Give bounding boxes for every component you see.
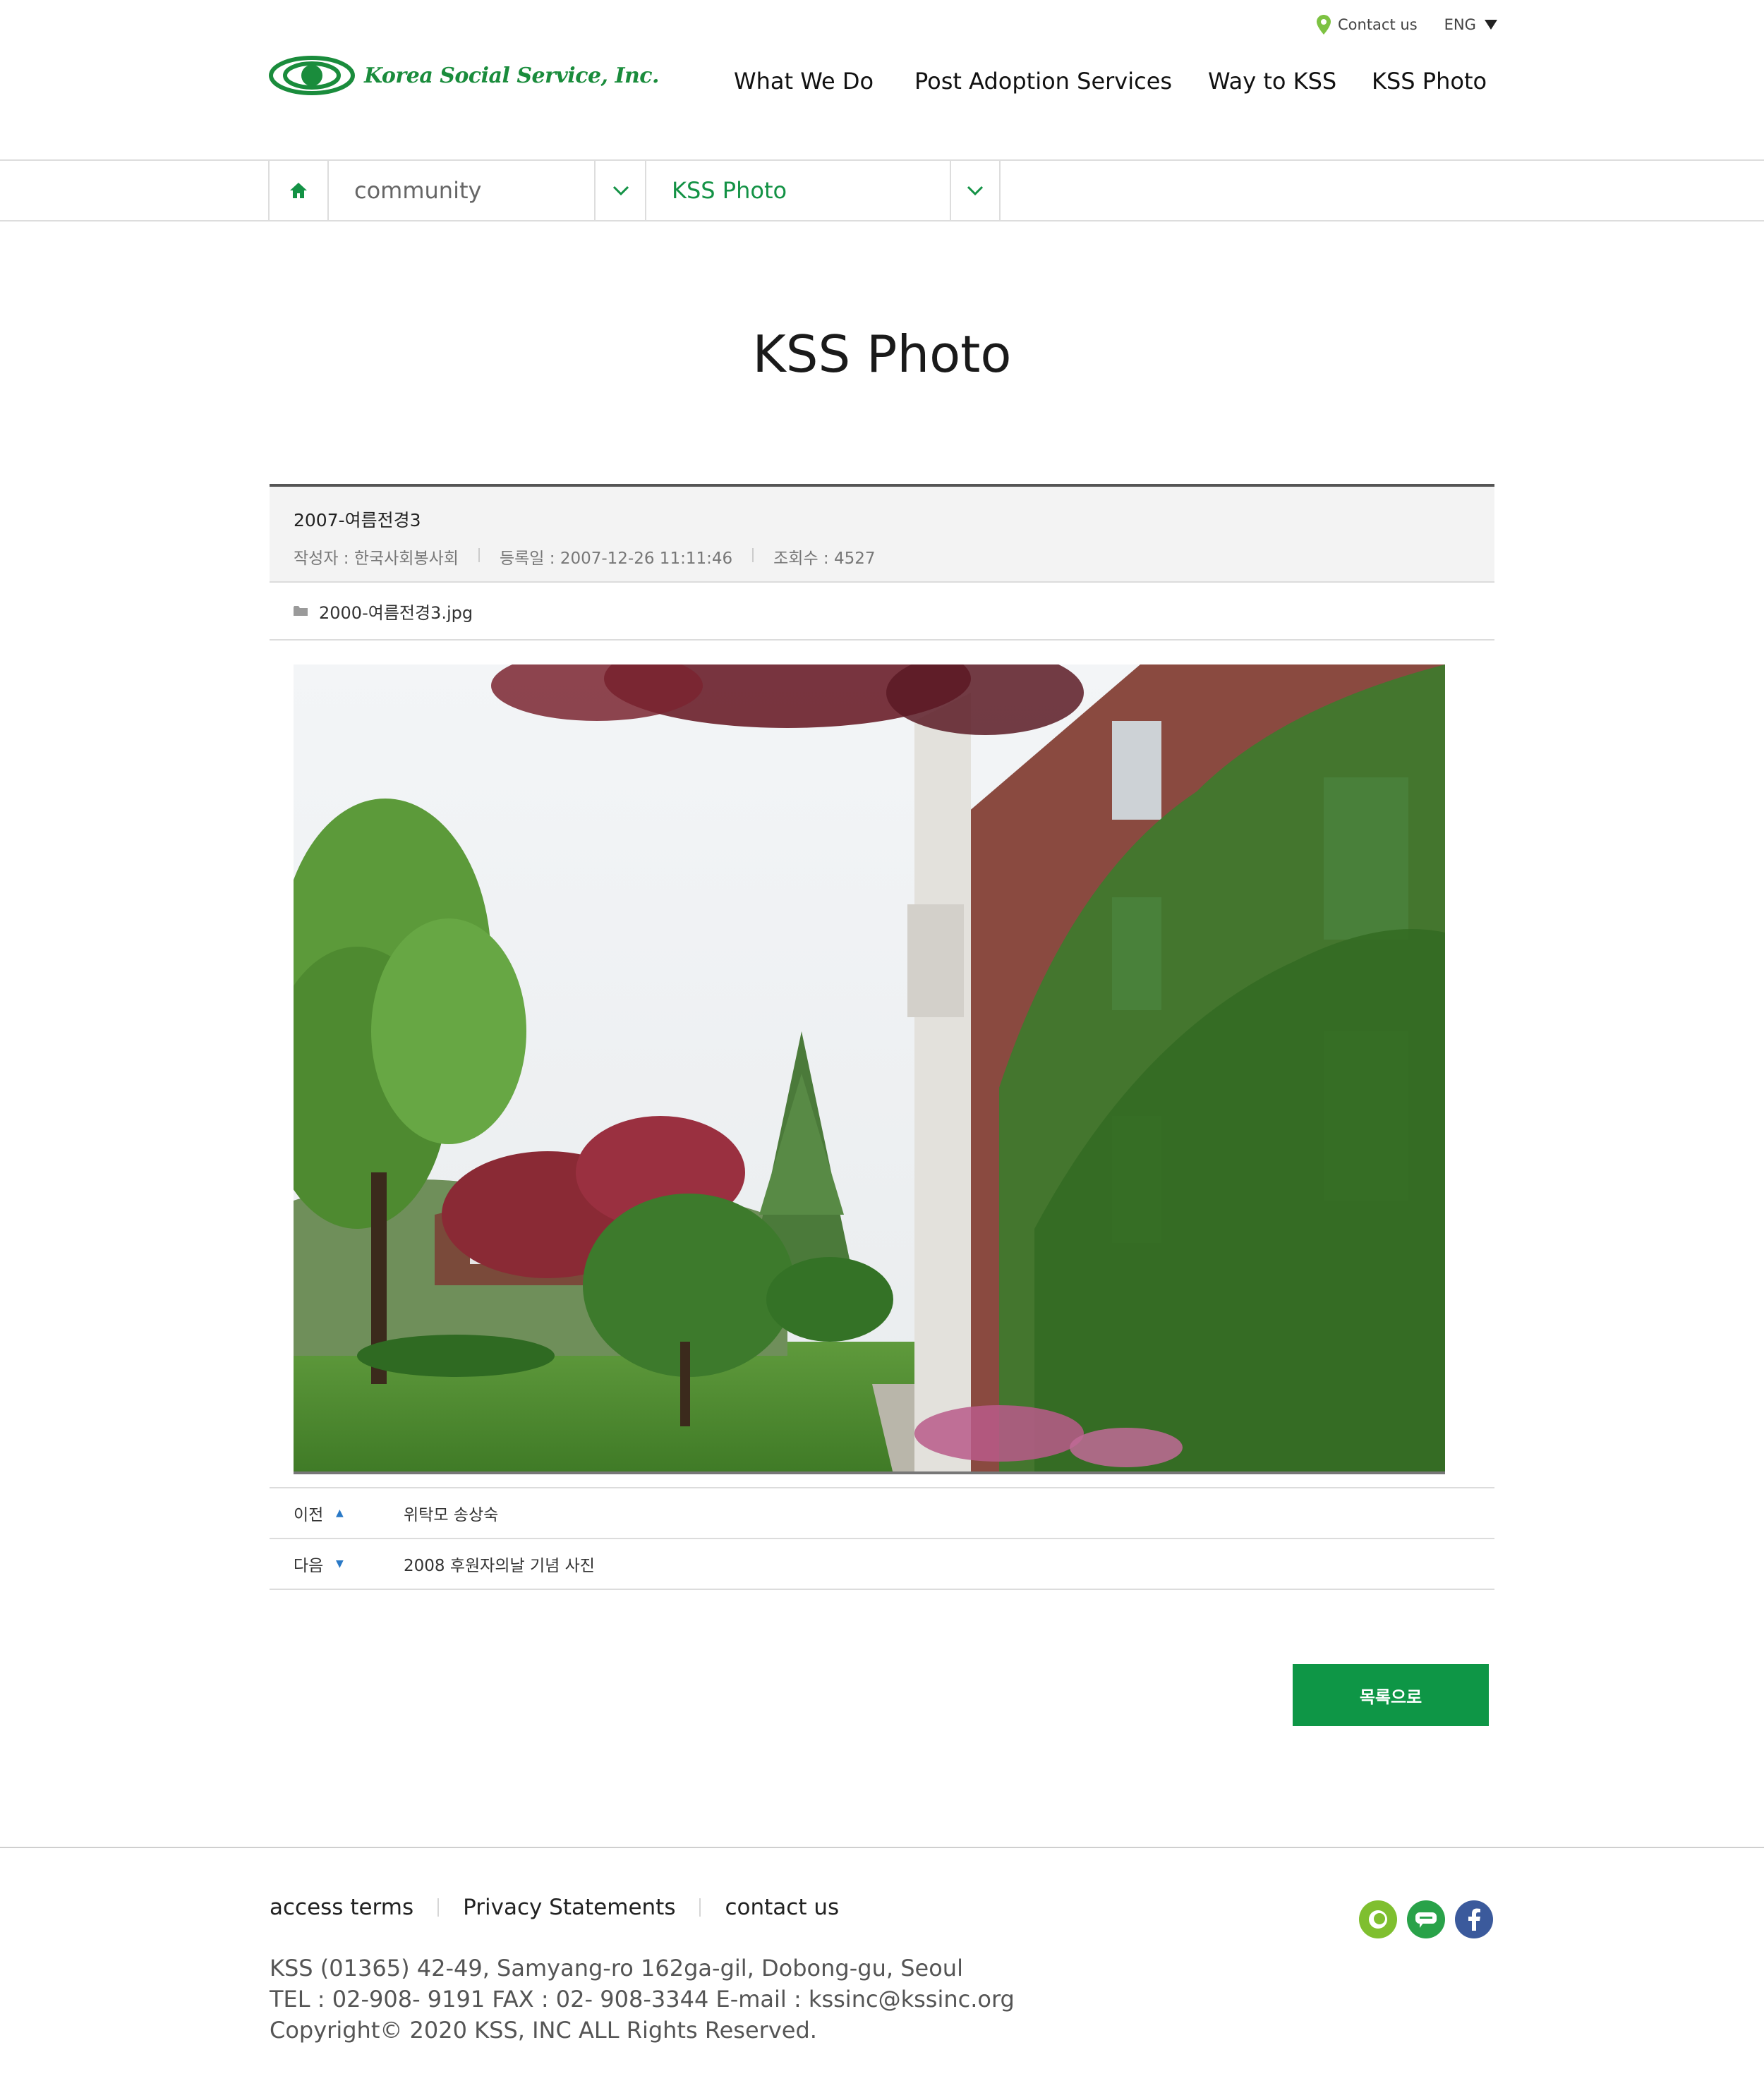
- post-view: 2007-여름전경3 작성자 : 한국사회봉사회 등록일 : 2007-12-2…: [265, 484, 1494, 1590]
- facebook-glyph: [1468, 1908, 1480, 1931]
- post-meta: 작성자 : 한국사회봉사회 등록일 : 2007-12-26 11:11:46 …: [294, 545, 1494, 569]
- post-author: 작성자 : 한국사회봉사회: [294, 550, 459, 568]
- footer-links: access terms Privacy Statements contact …: [270, 1895, 839, 1920]
- location-depth2[interactable]: KSS Photo: [645, 161, 950, 220]
- language-label: ENG: [1444, 16, 1476, 33]
- next-post-title[interactable]: 2008 후원자의날 기념 사진: [404, 1552, 1494, 1576]
- map-pin-icon: [1317, 15, 1331, 35]
- location-depth2-toggle[interactable]: [950, 161, 1001, 220]
- utility-bar: Contact us ENG: [1317, 13, 1497, 37]
- post-date: 등록일 : 2007-12-26 11:11:46: [499, 550, 733, 568]
- location-bar: community KSS Photo: [0, 159, 1764, 221]
- nav-way-to-kss[interactable]: Way to KSS: [1208, 68, 1336, 95]
- site-logo[interactable]: Korea Social Service, Inc.: [268, 55, 660, 96]
- page-title: KSS Photo: [752, 324, 1012, 384]
- home-button[interactable]: [268, 161, 327, 220]
- next-label: 다음: [294, 1557, 324, 1575]
- kakaotalk-icon[interactable]: [1407, 1900, 1445, 1938]
- back-to-list-button[interactable]: 목록으로: [1293, 1664, 1489, 1726]
- location-depth1[interactable]: community: [327, 161, 596, 220]
- attachment-row: 2000-여름전경3.jpg: [270, 583, 1494, 641]
- location-depth1-toggle[interactable]: [594, 161, 646, 220]
- logo-text: Korea Social Service, Inc.: [364, 63, 660, 88]
- footer-copyright: Copyright© 2020 KSS, INC ALL Rights Rese…: [270, 2017, 817, 2044]
- folder-icon: [294, 606, 308, 616]
- post-header: 2007-여름전경3 작성자 : 한국사회봉사회 등록일 : 2007-12-2…: [270, 484, 1494, 583]
- next-post-row[interactable]: 다음 ▼ 2008 후원자의날 기념 사진: [270, 1539, 1494, 1590]
- kss-logo-icon: [269, 56, 355, 95]
- nav-what-we-do[interactable]: What We Do: [734, 68, 874, 95]
- footer: access terms Privacy Statements contact …: [0, 1847, 1764, 2100]
- divider: [752, 548, 754, 562]
- post-body: [265, 629, 1494, 1488]
- caret-down-icon: [1484, 20, 1497, 30]
- divider: [699, 1898, 701, 1917]
- caret-down-icon: ▼: [336, 1558, 344, 1570]
- divider: [478, 548, 480, 562]
- post-title: 2007-여름전경3: [294, 510, 421, 530]
- prev-label: 이전: [294, 1506, 324, 1524]
- footer-info: KSS (01365) 42-49, Samyang-ro 162ga-gil,…: [270, 1953, 1015, 2046]
- post-views: 조회수 : 4527: [773, 550, 876, 568]
- home-icon: [290, 183, 307, 198]
- contact-us-link[interactable]: Contact us: [1338, 16, 1418, 33]
- language-selector[interactable]: ENG: [1444, 16, 1497, 33]
- attachment-link[interactable]: 2000-여름전경3.jpg: [319, 599, 473, 624]
- prev-post-row[interactable]: 이전 ▲ 위탁모 송상숙: [270, 1488, 1494, 1539]
- sns-links: [1359, 1900, 1503, 1938]
- footer-address: KSS (01365) 42-49, Samyang-ro 162ga-gil,…: [270, 1955, 963, 1981]
- footer-contact: TEL : 02-908- 9191 FAX : 02- 908-3344 E-…: [270, 1986, 1015, 2013]
- kakaostory-glyph: [1369, 1910, 1387, 1929]
- footer-link-privacy[interactable]: Privacy Statements: [463, 1895, 675, 1920]
- kakaostory-icon[interactable]: [1359, 1900, 1397, 1938]
- nav-kss-photo[interactable]: KSS Photo: [1372, 68, 1487, 95]
- footer-link-access-terms[interactable]: access terms: [270, 1895, 413, 1920]
- post-photo: [265, 629, 1445, 1474]
- divider: [437, 1898, 440, 1917]
- footer-link-contact[interactable]: contact us: [725, 1895, 839, 1920]
- kakaotalk-glyph: [1415, 1912, 1437, 1928]
- chevron-down-icon: [612, 186, 629, 195]
- chevron-down-icon: [967, 186, 984, 195]
- nav-post-adoption-services[interactable]: Post Adoption Services: [914, 68, 1172, 95]
- prev-post-title[interactable]: 위탁모 송상숙: [404, 1501, 1494, 1525]
- facebook-icon[interactable]: [1455, 1900, 1493, 1938]
- caret-up-icon: ▲: [336, 1507, 344, 1519]
